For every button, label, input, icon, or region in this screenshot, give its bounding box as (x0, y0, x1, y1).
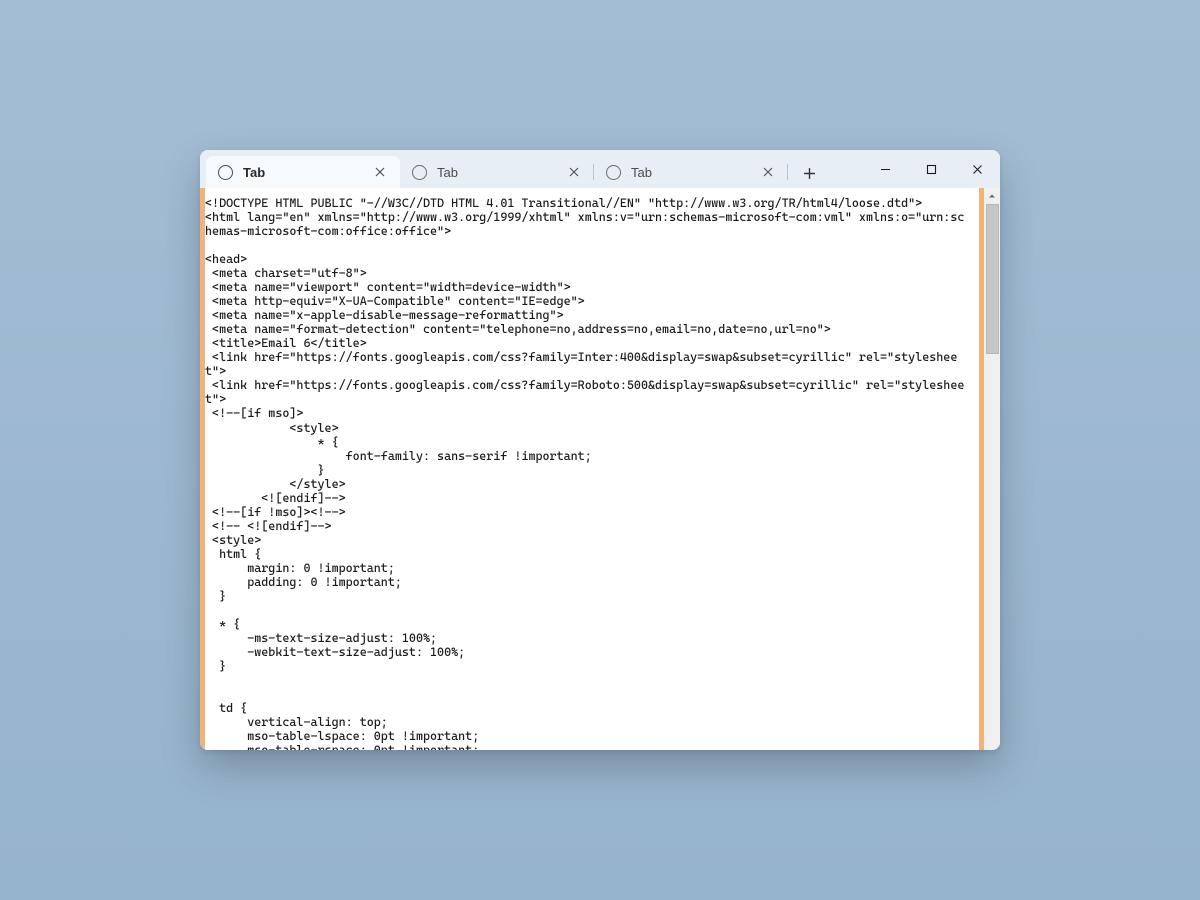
tab-title: Tab (631, 165, 758, 180)
close-icon (375, 167, 385, 177)
favicon-icon (606, 165, 621, 180)
tab-title: Tab (437, 165, 564, 180)
minimize-button[interactable] (862, 150, 908, 188)
plus-icon (803, 167, 816, 180)
close-icon (763, 167, 773, 177)
new-tab-button[interactable] (794, 158, 824, 188)
window-controls (862, 150, 1000, 188)
tab-close-button[interactable] (758, 162, 778, 182)
content-area: <!DOCTYPE HTML PUBLIC "-//W3C//DTD HTML … (200, 188, 1000, 750)
tab-title: Tab (243, 165, 370, 180)
vertical-scrollbar[interactable] (984, 188, 1000, 750)
favicon-icon (218, 165, 233, 180)
source-code-view[interactable]: <!DOCTYPE HTML PUBLIC "-//W3C//DTD HTML … (205, 188, 979, 750)
tab-strip: Tab Tab Tab (206, 150, 862, 188)
app-window: Tab Tab Tab (200, 150, 1000, 750)
maximize-icon (926, 164, 937, 175)
tab-close-button[interactable] (370, 162, 390, 182)
tab-2[interactable]: Tab (400, 156, 594, 188)
tab-close-button[interactable] (564, 162, 584, 182)
close-icon (569, 167, 579, 177)
close-icon (972, 164, 983, 175)
close-window-button[interactable] (954, 150, 1000, 188)
favicon-icon (412, 165, 427, 180)
tab-3[interactable]: Tab (594, 156, 788, 188)
maximize-button[interactable] (908, 150, 954, 188)
tab-1[interactable]: Tab (206, 156, 400, 188)
titlebar: Tab Tab Tab (200, 150, 1000, 188)
minimize-icon (880, 164, 891, 175)
scrollbar-thumb[interactable] (986, 204, 999, 354)
scroll-up-button[interactable] (984, 188, 1000, 204)
chevron-up-icon (988, 192, 996, 200)
